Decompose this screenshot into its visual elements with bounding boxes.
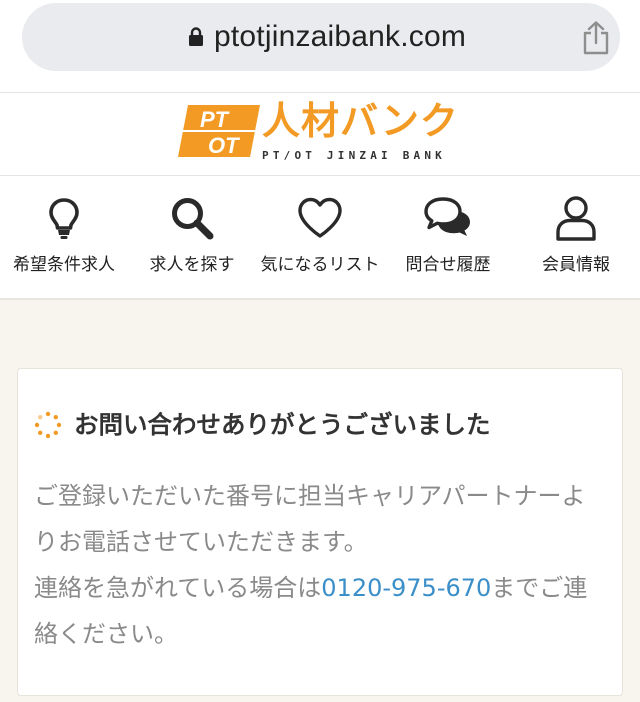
- card-body: ご登録いただいた番号に担当キャリアパートナーよりお電話させていただきます。 連絡…: [34, 473, 604, 657]
- nav-label: 気になるリスト: [260, 255, 380, 275]
- search-icon: [172, 198, 214, 240]
- logo-sub-text: PT/OT JINZAI BANK: [262, 149, 446, 162]
- nav-label: 会員情報: [542, 255, 610, 275]
- lock-icon: [189, 27, 203, 46]
- logo-badge-bottom: OT: [208, 133, 240, 157]
- heart-icon: [298, 197, 342, 238]
- nav-label: 求人を探す: [149, 255, 235, 275]
- chat-bubbles-icon: [424, 197, 470, 236]
- nav-item-preferred-jobs[interactable]: 希望条件求人: [0, 176, 128, 298]
- address-bar[interactable]: ptotjinzaibank.com: [22, 3, 620, 71]
- browser-bar: ptotjinzaibank.com: [0, 0, 640, 92]
- phone-link[interactable]: 0120-975-670: [321, 574, 491, 602]
- logo-main-text[interactable]: 人材バンク: [262, 99, 459, 143]
- card-body-line1: ご登録いただいた番号に担当キャリアパートナーよりお電話させていただきます。: [34, 482, 586, 556]
- share-icon[interactable]: [580, 21, 612, 55]
- card-body-line2-prefix: 連絡を急がれている場合は: [34, 574, 322, 602]
- lightbulb-icon: [49, 198, 79, 239]
- card-title: お問い合わせありがとうございました: [74, 410, 491, 439]
- confirmation-card: お問い合わせありがとうございました ご登録いただいた番号に担当キャリアパートナー…: [17, 368, 623, 696]
- url-text: ptotjinzaibank.com: [214, 20, 467, 53]
- nav-item-search-jobs[interactable]: 求人を探す: [128, 176, 256, 298]
- nav-item-inquiry-history[interactable]: 問合せ履歴: [384, 176, 512, 298]
- user-icon: [556, 196, 596, 241]
- site-logo-badge[interactable]: PT OT: [178, 105, 260, 157]
- logo-badge-top: PT: [200, 107, 230, 132]
- nav-label: 希望条件求人: [13, 255, 115, 275]
- nav-label: 問合せ履歴: [405, 255, 491, 275]
- nav-item-member-info[interactable]: 会員情報: [512, 176, 640, 298]
- site-header: PT OT 人材バンク PT/OT JINZAI BANK: [0, 92, 640, 176]
- spinner-icon: [34, 411, 62, 439]
- main-nav: 希望条件求人 求人を探す 気になるリスト 問合せ履歴 会員情報: [0, 176, 640, 300]
- nav-item-favorites[interactable]: 気になるリスト: [256, 176, 384, 298]
